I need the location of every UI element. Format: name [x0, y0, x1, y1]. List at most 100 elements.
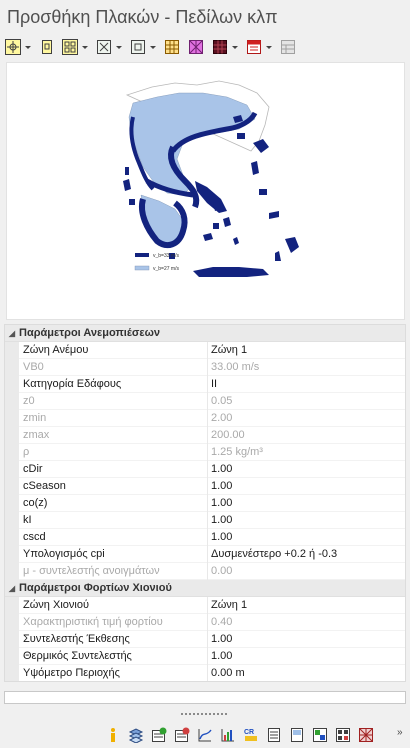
- property-row[interactable]: Υψόμετρο Περιοχής 0.00 m: [5, 664, 405, 681]
- property-row[interactable]: VB0 33.00 m/s: [5, 358, 405, 376]
- row-gutter: [5, 511, 19, 529]
- report-icon[interactable]: [245, 38, 263, 56]
- pattern-icon[interactable]: [357, 726, 375, 744]
- property-row[interactable]: zmax 200.00: [5, 426, 405, 444]
- snow-category-header[interactable]: ◢ Παράμετροι Φορτίων Χιονιού: [5, 580, 405, 597]
- property-value: 0.00: [207, 562, 405, 580]
- grid-view-icon[interactable]: [61, 38, 79, 56]
- property-row[interactable]: zmin 2.00: [5, 409, 405, 427]
- property-value[interactable]: 1.00: [207, 511, 405, 529]
- property-row[interactable]: Χαρακτηριστική τιμή φορτίου 0.40: [5, 613, 405, 631]
- property-row[interactable]: Ζώνη Χιονιού Ζώνη 1: [5, 596, 405, 614]
- property-row[interactable]: Ζώνη Ανέμου Ζώνη 1: [5, 341, 405, 359]
- property-name: kI: [23, 514, 32, 526]
- property-value[interactable]: 1.00: [207, 477, 405, 495]
- property-row[interactable]: Υπολογισμός cpi Δυσμενέστερο +0.2 ή -0.3: [5, 545, 405, 563]
- greece-map-image: v_b=33 m/s v_b=27 m/s: [123, 80, 299, 277]
- property-row[interactable]: cSeason 1.00: [5, 477, 405, 495]
- row-gutter: [5, 443, 19, 461]
- property-row[interactable]: Κατηγορία Εδάφους II: [5, 375, 405, 393]
- map-island-milos: [203, 233, 213, 241]
- row-gutter: [5, 460, 19, 478]
- property-value[interactable]: 1.00: [207, 630, 405, 648]
- collapse-triangle-icon[interactable]: ◢: [5, 584, 19, 593]
- map-island-samos: [259, 189, 267, 195]
- property-name: Υπολογισμός cpi: [23, 548, 105, 560]
- property-name: μ - συντελεστής ανοιγμάτων: [23, 565, 160, 577]
- layers-icon[interactable]: [127, 726, 145, 744]
- row-gutter: [5, 664, 19, 681]
- property-row[interactable]: z0 0.05: [5, 392, 405, 410]
- map-island-rhodes: [285, 237, 299, 253]
- property-row[interactable]: Θερμικός Συντελεστής 1.00: [5, 647, 405, 665]
- wind-category-header[interactable]: ◢ Παράμετροι Ανεμοπιέσεων: [5, 325, 405, 342]
- categorized-view-dropdown[interactable]: [23, 38, 33, 56]
- property-name: Κατηγορία Εδάφους: [23, 378, 122, 390]
- property-row[interactable]: μ - συντελεστής ανοιγμάτων 0.00: [5, 562, 405, 580]
- property-row[interactable]: Συντελεστής Έκθεσης 1.00: [5, 630, 405, 648]
- map-island-paros: [213, 223, 219, 229]
- property-row[interactable]: ρ 1.25 kg/m³: [5, 443, 405, 461]
- table-icon[interactable]: [163, 38, 181, 56]
- legend-label-dark: v_b=33 m/s: [153, 253, 179, 259]
- property-value[interactable]: Ζώνη 1: [207, 596, 405, 614]
- map-island-kefalonia: [123, 179, 131, 191]
- property-value[interactable]: 1.00: [207, 528, 405, 546]
- tiles-icon[interactable]: [334, 726, 352, 744]
- row-gutter: [5, 613, 19, 631]
- property-name: Υψόμετρο Περιοχής: [23, 667, 120, 679]
- bottom-toolbar: CR: [104, 726, 380, 744]
- window-title: Προσθήκη Πλακών - Πεδίλων κλπ: [7, 7, 278, 27]
- property-row[interactable]: cscd 1.00: [5, 528, 405, 546]
- select-all-dropdown[interactable]: [114, 38, 124, 56]
- property-name: ρ: [23, 446, 30, 458]
- map-island-chios: [251, 161, 259, 175]
- info-icon[interactable]: [104, 726, 122, 744]
- property-value[interactable]: 1.00: [207, 494, 405, 512]
- row-gutter: [5, 647, 19, 665]
- collapse-triangle-icon[interactable]: ◢: [5, 329, 19, 338]
- legend-label-light: v_b=27 m/s: [153, 266, 179, 272]
- property-value: 0.05: [207, 392, 405, 410]
- property-name: cSeason: [23, 480, 66, 492]
- property-value[interactable]: Δυσμενέστερο +0.2 ή -0.3: [207, 545, 405, 563]
- property-row[interactable]: cDir 1.00: [5, 460, 405, 478]
- property-row[interactable]: kI 1.00: [5, 511, 405, 529]
- import-icon[interactable]: [150, 726, 168, 744]
- map-island-karpathos: [275, 251, 281, 261]
- property-name: zmin: [23, 412, 47, 424]
- export-icon[interactable]: [173, 726, 191, 744]
- row-gutter: [5, 477, 19, 495]
- wind-category-label: Παράμετροι Ανεμοπιέσεων: [19, 327, 160, 339]
- select-all-icon[interactable]: [95, 38, 113, 56]
- property-name: Ζώνη Χιονιού: [23, 599, 89, 611]
- property-value[interactable]: 1.00: [207, 647, 405, 665]
- cr-icon[interactable]: CR: [242, 726, 260, 744]
- page-icon[interactable]: [288, 726, 306, 744]
- property-value[interactable]: 1.00: [207, 460, 405, 478]
- document-icon[interactable]: [265, 726, 283, 744]
- map-island-santorini: [233, 237, 239, 245]
- row-gutter: [5, 630, 19, 648]
- mixed-icon[interactable]: [311, 726, 329, 744]
- bar-chart-icon[interactable]: [219, 726, 237, 744]
- row-gutter: [5, 494, 19, 512]
- toolbar-overflow-icon[interactable]: »: [397, 727, 403, 738]
- dark-grid-dropdown[interactable]: [230, 38, 240, 56]
- chart-curve-icon[interactable]: [196, 726, 214, 744]
- dark-grid-icon[interactable]: [211, 38, 229, 56]
- categorized-view-icon[interactable]: [4, 38, 22, 56]
- property-value[interactable]: 0.00 m: [207, 664, 405, 681]
- report-dropdown[interactable]: [264, 38, 274, 56]
- sort-icon[interactable]: [38, 38, 56, 56]
- row-gutter: [5, 596, 19, 614]
- deselect-dropdown[interactable]: [148, 38, 158, 56]
- property-value[interactable]: Ζώνη 1: [207, 341, 405, 359]
- deselect-icon[interactable]: [129, 38, 147, 56]
- row-gutter: [5, 358, 19, 376]
- property-row[interactable]: co(z) 1.00: [5, 494, 405, 512]
- cross-grid-icon[interactable]: [187, 38, 205, 56]
- splitter-grip[interactable]: [181, 713, 227, 715]
- property-value[interactable]: II: [207, 375, 405, 393]
- grid-view-dropdown[interactable]: [80, 38, 90, 56]
